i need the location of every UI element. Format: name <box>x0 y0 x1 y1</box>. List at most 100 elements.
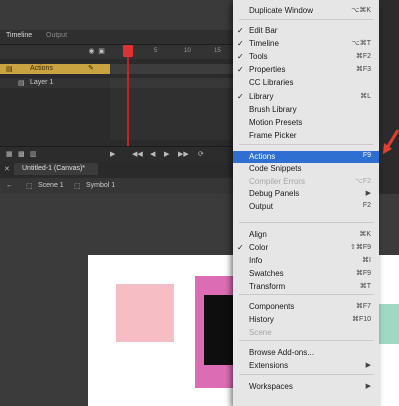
menu-item-shortcut: ⌘F7 <box>355 303 371 310</box>
frame-number: 5 <box>154 48 158 54</box>
menu-item-label: Properties <box>249 65 286 74</box>
tab-timeline[interactable]: Timeline <box>6 32 32 39</box>
pencil-icon[interactable]: ✎ <box>88 64 94 72</box>
menu-item-scene: Scene <box>233 327 379 339</box>
menu-separator <box>239 374 373 375</box>
layer-icon: ▤ <box>18 80 25 87</box>
panel-tab-bar: Timeline Output <box>0 30 235 45</box>
menu-item-code-snippets[interactable]: Code Snippets <box>233 163 379 175</box>
window-menu: Duplicate Window ⌥⌘K ✓ Edit Bar ✓ Timeline ⌥⌘T… <box>233 0 379 406</box>
new-layer-icon[interactable]: ▦ <box>6 150 13 158</box>
menu-separator <box>239 144 373 145</box>
menu-item-shortcut: F2 <box>362 202 371 209</box>
eye-icon[interactable]: ◉ <box>88 48 95 55</box>
menu-item-label: Components <box>249 302 295 311</box>
menu-item-actions[interactable]: Actions F9 <box>233 151 379 163</box>
fast-forward-control[interactable]: ▶▶ <box>178 150 189 158</box>
menu-item-label: Workspaces <box>249 382 293 391</box>
menu-item-label: Frame Picker <box>249 131 297 140</box>
menu-item-swatches[interactable]: Swatches ⌘F9 <box>233 268 379 280</box>
rewind-control[interactable]: ◀◀ <box>132 150 143 158</box>
menu-item-label: Edit Bar <box>249 26 278 35</box>
menu-item-label: Browse Add-ons... <box>249 348 314 357</box>
playhead-handle[interactable] <box>123 45 133 57</box>
menu-item-shortcut: ⌥⌘K <box>351 7 371 14</box>
menu-item-label: Color <box>249 243 269 252</box>
menu-item-library[interactable]: ✓ Library ⌘L <box>233 91 379 103</box>
pink-square-shape[interactable] <box>116 284 174 342</box>
submenu-arrow-icon: ▶ <box>365 362 371 369</box>
scene-icon: ⬚ <box>26 183 33 190</box>
layer-row-actions[interactable]: ▤ Actions ✎ <box>0 64 110 74</box>
frame-number: 10 <box>184 48 191 54</box>
trash-icon[interactable]: ▥ <box>30 150 37 158</box>
lock-icon[interactable]: ▣ <box>98 48 105 55</box>
menu-item-frame-picker[interactable]: Frame Picker <box>233 130 379 142</box>
checkmark-icon: ✓ <box>237 26 244 35</box>
menu-separator <box>239 222 373 223</box>
submenu-arrow-icon: ▶ <box>365 383 371 390</box>
menu-item-debug-panels[interactable]: Debug Panels ▶ <box>233 188 379 200</box>
menu-item-transform[interactable]: Transform ⌘T <box>233 281 379 293</box>
step-back-control[interactable]: ◀ <box>150 150 155 158</box>
menu-item-history[interactable]: History ⌘F10 <box>233 314 379 326</box>
menu-item-motion-presets[interactable]: Motion Presets <box>233 117 379 129</box>
menu-item-label: Extensions <box>249 361 289 370</box>
menu-item-shortcut: ⌘F3 <box>355 66 371 73</box>
document-tab[interactable]: Untitled-1 (Canvas)* <box>14 163 98 175</box>
breadcrumb-symbol[interactable]: Symbol 1 <box>86 182 115 189</box>
menu-item-shortcut: F9 <box>362 152 371 159</box>
document-tab-label: Untitled-1 (Canvas)* <box>22 165 86 172</box>
menu-item-info[interactable]: Info ⌘I <box>233 255 379 267</box>
menu-item-label: History <box>249 315 274 324</box>
breadcrumb-scene[interactable]: Scene 1 <box>38 182 64 189</box>
symbol-icon: ⬚ <box>74 183 81 190</box>
menu-item-properties[interactable]: ✓ Properties ⌘F3 <box>233 64 379 76</box>
back-arrow-icon[interactable]: ← <box>6 182 13 189</box>
close-icon[interactable]: ✕ <box>4 165 10 173</box>
menu-item-shortcut: ⇧⌘F9 <box>349 244 371 251</box>
menu-item-edit-bar[interactable]: ✓ Edit Bar <box>233 25 379 37</box>
menu-item-label: CC Libraries <box>249 78 294 87</box>
menu-item-brush-library[interactable]: Brush Library <box>233 104 379 116</box>
step-forward-control[interactable]: ▶ <box>164 150 169 158</box>
menu-item-label: Library <box>249 92 274 101</box>
menu-item-label: Duplicate Window <box>249 6 314 15</box>
folder-icon[interactable]: ▩ <box>18 150 25 158</box>
menu-item-label: Brush Library <box>249 105 297 114</box>
menu-item-align[interactable]: Align ⌘K <box>233 229 379 241</box>
menu-item-shortcut: ⌘I <box>362 257 371 264</box>
menu-item-tools[interactable]: ✓ Tools ⌘F2 <box>233 51 379 63</box>
menu-item-components[interactable]: Components ⌘F7 <box>233 301 379 313</box>
checkmark-icon: ✓ <box>237 65 244 74</box>
layer-row-layer-1[interactable]: ▤ Layer 1 <box>0 78 110 88</box>
play-control[interactable]: ▶ <box>110 150 115 158</box>
menu-item-workspaces[interactable]: Workspaces ▶ <box>233 381 379 393</box>
menu-item-cc-libraries[interactable]: CC Libraries <box>233 77 379 89</box>
menu-item-shortcut: ⌘F10 <box>351 316 371 323</box>
checkmark-icon: ✓ <box>237 52 244 61</box>
menu-item-shortcut: ⌘K <box>359 231 371 238</box>
menu-item-label: Actions <box>249 152 276 161</box>
menu-item-shortcut: ⌘F9 <box>355 270 371 277</box>
menu-item-color[interactable]: ✓ Color ⇧⌘F9 <box>233 242 379 254</box>
menu-item-browse-add-ons[interactable]: Browse Add-ons... <box>233 347 379 359</box>
menu-item-label: Swatches <box>249 269 284 278</box>
menu-item-output[interactable]: Output F2 <box>233 201 379 213</box>
playhead-line[interactable] <box>127 46 129 146</box>
frame-number: 15 <box>214 48 221 54</box>
menu-item-duplicate-window[interactable]: Duplicate Window ⌥⌘K <box>233 5 379 17</box>
menu-item-shortcut: ⌘F2 <box>355 53 371 60</box>
menu-separator <box>239 19 373 20</box>
tab-output[interactable]: Output <box>46 32 67 39</box>
menu-item-shortcut: ⌥⌘T <box>351 40 371 47</box>
top-strip <box>0 0 235 30</box>
menu-item-extensions[interactable]: Extensions ▶ <box>233 360 379 372</box>
menu-item-label: Scene <box>249 328 272 337</box>
menu-item-shortcut: ⌘L <box>360 93 371 100</box>
menu-item-timeline[interactable]: ✓ Timeline ⌥⌘T <box>233 38 379 50</box>
timeline-header: ◉ ▣ 1 5 10 15 <box>0 45 235 59</box>
loop-control[interactable]: ⟳ <box>198 150 204 158</box>
menu-item-label: Tools <box>249 52 268 61</box>
menu-item-label: Output <box>249 202 274 211</box>
